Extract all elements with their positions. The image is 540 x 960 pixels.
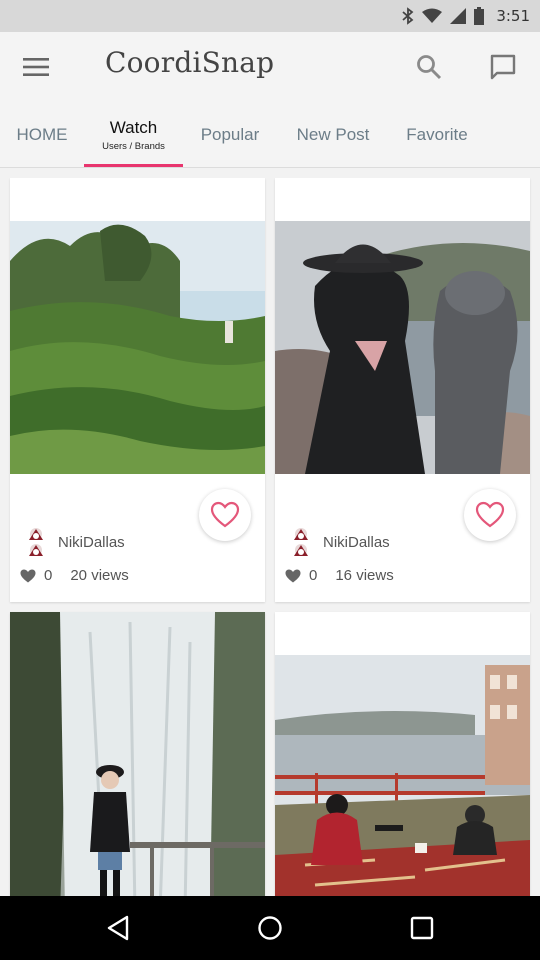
- back-icon: [107, 915, 129, 941]
- avatar-icon: [294, 528, 308, 556]
- tab-label: Favorite: [406, 125, 468, 144]
- post-card[interactable]: [275, 612, 530, 896]
- recents-button[interactable]: [398, 908, 446, 948]
- tab-label: Popular: [200, 125, 260, 144]
- likes-count: 0: [309, 567, 318, 584]
- recents-icon: [410, 916, 434, 940]
- views-count: 16 views: [335, 567, 394, 584]
- username[interactable]: NikiDallas: [58, 534, 125, 551]
- avatar-icon: [29, 528, 43, 556]
- tab-popular[interactable]: Popular: [196, 102, 264, 168]
- battery-icon: [474, 7, 485, 25]
- tab-favorite[interactable]: Favorite: [400, 102, 474, 168]
- tab-label: HOME: [16, 125, 68, 144]
- username[interactable]: NikiDallas: [323, 534, 390, 551]
- hamburger-menu-icon: [23, 58, 49, 76]
- message-button[interactable]: [485, 50, 521, 84]
- post-card[interactable]: [10, 612, 265, 896]
- tab-watch[interactable]: Watch Users / Brands: [84, 102, 183, 168]
- favorite-button[interactable]: [464, 489, 516, 541]
- views-count: 20 views: [70, 567, 129, 584]
- waterfall-photo[interactable]: [10, 612, 265, 896]
- heart-filled-icon: [285, 569, 301, 582]
- picnic-lake-photo[interactable]: [275, 655, 530, 896]
- heart-filled-icon: [20, 569, 36, 582]
- app-bar: CoordiSnap: [0, 32, 540, 102]
- favorite-button[interactable]: [199, 489, 251, 541]
- tab-new-post[interactable]: New Post: [290, 102, 376, 168]
- heart-outline-icon: [210, 501, 240, 528]
- app-title: CoordiSnap: [105, 46, 275, 79]
- post-stats: 0 16 views: [285, 567, 394, 584]
- post-card[interactable]: NikiDallas 0 20 views: [10, 178, 265, 602]
- tab-home[interactable]: HOME: [14, 102, 70, 168]
- home-button[interactable]: [246, 908, 294, 948]
- post-stats: 0 20 views: [20, 567, 129, 584]
- active-tab-indicator: [84, 164, 183, 167]
- two-people-lake-photo[interactable]: [275, 221, 530, 474]
- heart-outline-icon: [475, 501, 505, 528]
- tab-label: New Post: [296, 125, 370, 144]
- message-icon: [490, 54, 516, 80]
- status-bar: 3:51: [0, 0, 540, 32]
- signal-icon: [450, 8, 467, 24]
- wifi-icon: [422, 8, 443, 23]
- likes-count: 0: [44, 567, 53, 584]
- tea-field-photo[interactable]: [10, 221, 265, 474]
- search-button[interactable]: [411, 50, 447, 84]
- bluetooth-icon: [402, 7, 414, 25]
- navigation-bar: [0, 896, 540, 960]
- status-icons: 3:51: [402, 0, 530, 32]
- menu-button[interactable]: [18, 52, 54, 82]
- post-card[interactable]: NikiDallas 0 16 views: [275, 178, 530, 602]
- tab-sublabel: Users / Brands: [102, 141, 165, 152]
- tab-label: Watch: [109, 118, 158, 137]
- status-time: 3:51: [496, 7, 530, 25]
- back-button[interactable]: [94, 908, 142, 948]
- home-icon: [258, 916, 282, 940]
- search-icon: [417, 55, 442, 80]
- tab-bar: HOME Watch Users / Brands Popular New Po…: [0, 102, 540, 168]
- post-grid[interactable]: NikiDallas 0 20 views NikiDallas 0 16 vi…: [0, 178, 540, 896]
